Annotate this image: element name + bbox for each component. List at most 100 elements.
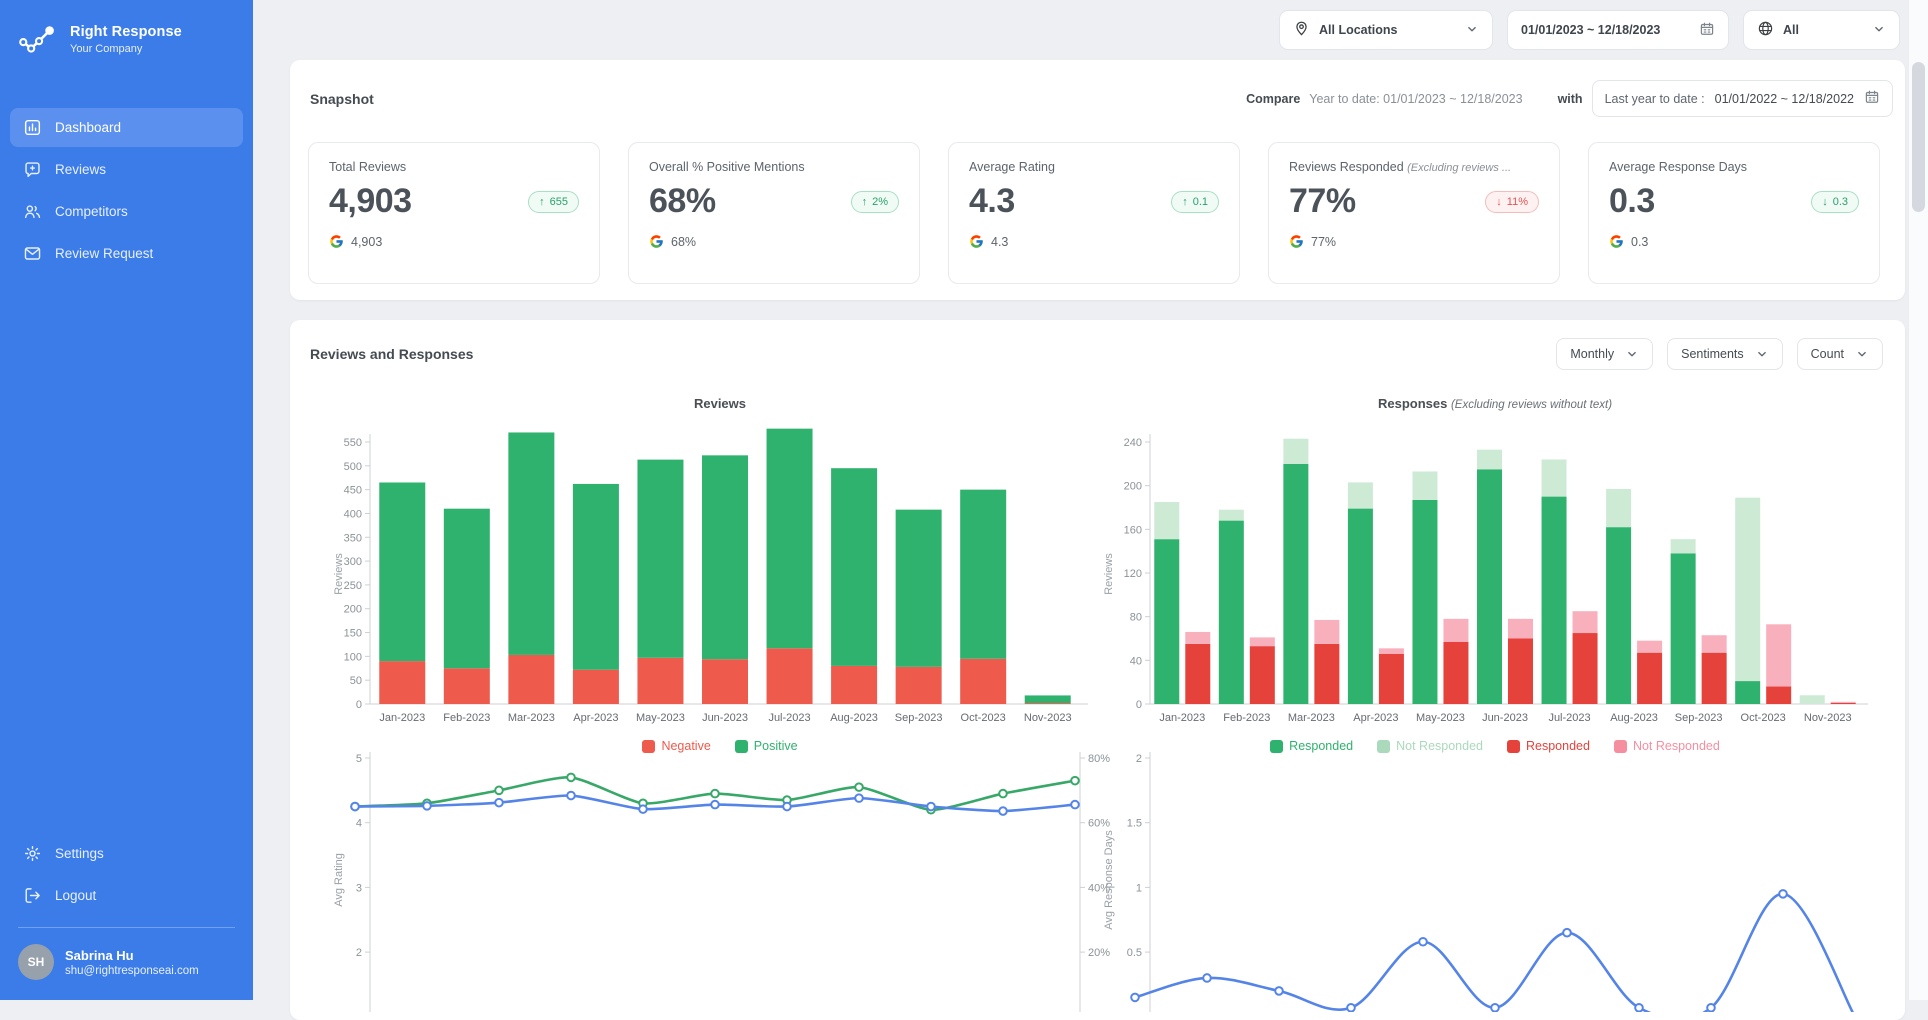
compare-previous-range: 01/01/2022 ~ 12/18/2022 [1715, 92, 1854, 106]
svg-text:Jul-2023: Jul-2023 [768, 712, 810, 724]
stat-google-value: 77% [1311, 235, 1336, 249]
dashboard-icon [23, 118, 42, 137]
scrollbar-thumb[interactable] [1912, 62, 1925, 212]
svg-text:Apr-2023: Apr-2023 [1353, 712, 1398, 724]
location-selector[interactable]: All Locations [1279, 10, 1493, 50]
svg-text:100: 100 [344, 651, 362, 663]
svg-text:0: 0 [356, 699, 362, 711]
svg-text:2: 2 [1136, 753, 1142, 765]
svg-text:Jun-2023: Jun-2023 [1482, 712, 1528, 724]
compare-current-range: Year to date: 01/01/2023 ~ 12/18/2023 [1309, 92, 1522, 106]
stat-card-reviews-responded: Reviews Responded (Excluding reviews ...… [1268, 142, 1560, 284]
svg-text:Avg Response Days: Avg Response Days [1103, 830, 1115, 930]
snapshot-title: Snapshot [310, 91, 374, 107]
stat-label: Overall % Positive Mentions [649, 160, 899, 174]
svg-text:Feb-2023: Feb-2023 [1223, 712, 1270, 724]
reviews-chart-title: Reviews [330, 396, 1110, 414]
sidebar-item-logout[interactable]: Logout [10, 876, 243, 915]
google-icon [649, 234, 664, 249]
svg-text:5: 5 [356, 753, 362, 765]
svg-text:Nov-2023: Nov-2023 [1804, 712, 1852, 724]
stat-card-average-response-days: Average Response Days0.3↓0.30.3 [1588, 142, 1880, 284]
sidebar-item-settings[interactable]: Settings [10, 834, 243, 873]
svg-text:200: 200 [1124, 481, 1142, 493]
filter-monthly[interactable]: Monthly [1556, 338, 1653, 370]
svg-text:Reviews: Reviews [333, 553, 345, 595]
sidebar: Right Response Your Company DashboardRev… [0, 0, 253, 1000]
stat-card-average-rating: Average Rating4.3↑0.14.3 [948, 142, 1240, 284]
google-icon [329, 234, 344, 249]
stat-delta-badge: ↓0.3 [1811, 191, 1859, 213]
stat-delta-badge: ↓11% [1485, 191, 1539, 213]
svg-text:120: 120 [1124, 568, 1142, 580]
user-profile[interactable]: SH Sabrina Hu shu@rightresponseai.com [10, 940, 243, 988]
responses-chart-title: Responses (Excluding reviews without tex… [1100, 396, 1890, 414]
svg-text:400: 400 [344, 508, 362, 520]
sidebar-footer: SettingsLogout SH Sabrina Hu shu@rightre… [0, 834, 253, 1000]
svg-text:550: 550 [344, 437, 362, 449]
reviews-chart-plot: 050100150200250300350400450500550Reviews… [330, 414, 1110, 737]
google-icon [969, 234, 984, 249]
stat-card-total-reviews: Total Reviews4,903↑6554,903 [308, 142, 600, 284]
user-email: shu@rightresponseai.com [65, 965, 199, 977]
svg-text:May-2023: May-2023 [636, 712, 685, 724]
svg-text:3: 3 [356, 882, 362, 894]
stat-google-value: 4,903 [351, 235, 382, 249]
compare-previous-picker[interactable]: Last year to date : 01/01/2022 ~ 12/18/2… [1592, 80, 1893, 117]
platform-selector[interactable]: All [1743, 10, 1900, 50]
stat-label: Average Rating [969, 160, 1219, 174]
stat-value: 68% [649, 182, 716, 221]
brand-name: Right Response [70, 24, 182, 40]
stat-value: 77% [1289, 182, 1356, 221]
user-name: Sabrina Hu [65, 948, 199, 963]
logout-icon [23, 886, 42, 905]
stat-delta-badge: ↑655 [528, 191, 579, 213]
stat-card-row: Total Reviews4,903↑6554,903Overall % Pos… [308, 142, 1880, 284]
google-icon [1609, 234, 1624, 249]
topbar: All Locations 01/01/2023 ~ 12/18/2023 Al… [1279, 10, 1900, 50]
stat-google-value: 0.3 [1631, 235, 1648, 249]
scrollbar-track[interactable] [1908, 0, 1928, 1000]
responses-bar-chart: Responses (Excluding reviews without tex… [1100, 390, 1890, 753]
reviews-responses-title: Reviews and Responses [310, 346, 473, 362]
reviews-icon [23, 160, 42, 179]
location-selector-label: All Locations [1319, 23, 1397, 37]
chart-filters: Monthly Sentiments Count [1556, 338, 1883, 370]
competitors-icon [23, 202, 42, 221]
stat-card-overall-positive-mentions: Overall % Positive Mentions 68% ↑2% 68% [628, 142, 920, 284]
svg-text:Jul-2023: Jul-2023 [1548, 712, 1590, 724]
svg-text:150: 150 [344, 628, 362, 640]
responses-chart-title-note: (Excluding reviews without text) [1451, 399, 1612, 411]
sidebar-item-reviews[interactable]: Reviews [10, 150, 243, 189]
chevron-down-icon [1465, 22, 1479, 39]
google-icon [1289, 234, 1304, 249]
svg-text:Sep-2023: Sep-2023 [1675, 712, 1723, 724]
compare-label: Compare [1246, 92, 1300, 106]
svg-text:Aug-2023: Aug-2023 [1610, 712, 1658, 724]
stat-delta-badge: ↑2% [851, 191, 899, 213]
calendar-icon [1699, 21, 1715, 40]
chevron-down-icon [1625, 347, 1639, 361]
svg-text:40: 40 [1130, 655, 1142, 667]
svg-text:50: 50 [350, 675, 362, 687]
arrow-up-icon: ↑ [1182, 196, 1188, 208]
stat-value: 4.3 [969, 182, 1015, 221]
avatar: SH [18, 944, 54, 980]
brand-logo-icon [18, 22, 58, 56]
filter-sentiments[interactable]: Sentiments [1667, 338, 1783, 370]
svg-text:1.5: 1.5 [1127, 818, 1142, 830]
stat-google-value: 68% [671, 235, 696, 249]
compare-with-label: with [1558, 92, 1583, 106]
date-range-picker[interactable]: 01/01/2023 ~ 12/18/2023 [1507, 10, 1729, 50]
stat-label: Reviews Responded (Excluding reviews ... [1289, 160, 1539, 174]
svg-text:200: 200 [344, 604, 362, 616]
svg-text:May-2023: May-2023 [1416, 712, 1465, 724]
sidebar-item-dashboard[interactable]: Dashboard [10, 108, 243, 147]
svg-text:Mar-2023: Mar-2023 [508, 712, 555, 724]
svg-text:160: 160 [1124, 524, 1142, 536]
reviews-bar-chart: Reviews 05010015020025030035040045050055… [330, 390, 1110, 753]
chevron-down-icon [1855, 347, 1869, 361]
sidebar-item-review-request[interactable]: Review Request [10, 234, 243, 273]
sidebar-item-competitors[interactable]: Competitors [10, 192, 243, 231]
filter-count[interactable]: Count [1797, 338, 1883, 370]
